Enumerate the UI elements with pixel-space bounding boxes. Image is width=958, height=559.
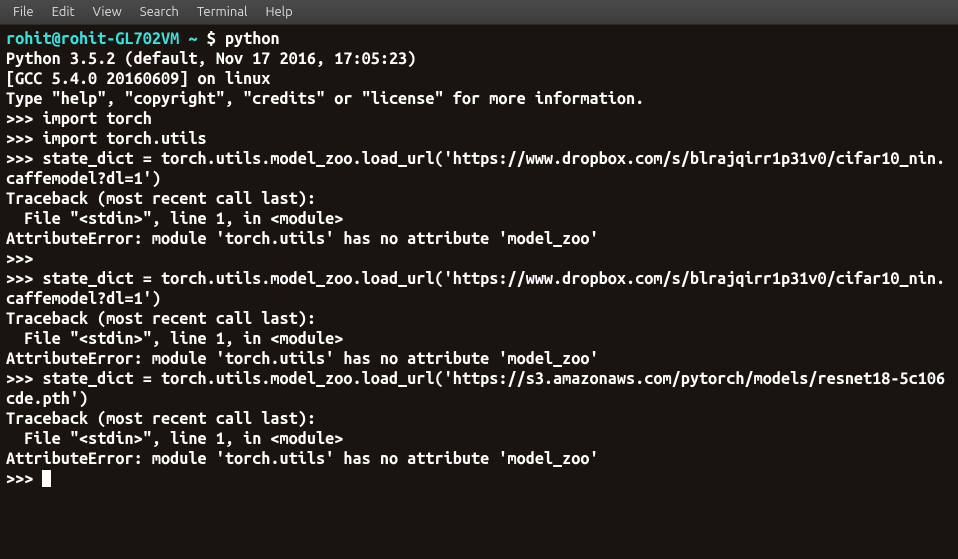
menu-help[interactable]: Help (256, 2, 301, 22)
terminal-line: >>> state_dict = torch.utils.model_zoo.l… (6, 370, 945, 408)
prompt-command: python (225, 30, 280, 48)
terminal-line: Python 3.5.2 (default, Nov 17 2016, 17:0… (6, 50, 416, 68)
terminal-line: >>> import torch (6, 110, 152, 128)
terminal-line: >>> state_dict = torch.utils.model_zoo.l… (6, 270, 945, 308)
terminal-line: Traceback (most recent call last): (6, 410, 316, 428)
prompt-path: ~ (188, 30, 197, 48)
menubar: File Edit View Search Terminal Help (0, 0, 958, 25)
terminal-line: [GCC 5.4.0 20160609] on linux (6, 70, 270, 88)
cursor (42, 470, 51, 487)
menu-file[interactable]: File (4, 2, 43, 22)
prompt-user-host: rohit@rohit-GL702VM (6, 30, 179, 48)
menu-view[interactable]: View (84, 2, 131, 22)
terminal-line: AttributeError: module 'torch.utils' has… (6, 230, 599, 248)
prompt-symbol: $ (207, 30, 216, 48)
menu-search[interactable]: Search (131, 2, 188, 22)
terminal-line: File "<stdin>", line 1, in <module> (6, 330, 343, 348)
terminal-output[interactable]: rohit@rohit-GL702VM ~ $ python Python 3.… (0, 25, 958, 559)
menu-edit[interactable]: Edit (43, 2, 84, 22)
terminal-line: Type "help", "copyright", "credits" or "… (6, 90, 644, 108)
terminal-line: >>> (6, 250, 33, 268)
terminal-line: >>> import torch.utils (6, 130, 207, 148)
terminal-line: Traceback (most recent call last): (6, 190, 316, 208)
terminal-line: >>> state_dict = torch.utils.model_zoo.l… (6, 150, 945, 188)
terminal-line: Traceback (most recent call last): (6, 310, 316, 328)
terminal-line: AttributeError: module 'torch.utils' has… (6, 350, 599, 368)
terminal-line: File "<stdin>", line 1, in <module> (6, 430, 343, 448)
terminal-line: >>> (6, 470, 42, 488)
terminal-line: AttributeError: module 'torch.utils' has… (6, 450, 599, 468)
terminal-line: File "<stdin>", line 1, in <module> (6, 210, 343, 228)
menu-terminal[interactable]: Terminal (188, 2, 257, 22)
